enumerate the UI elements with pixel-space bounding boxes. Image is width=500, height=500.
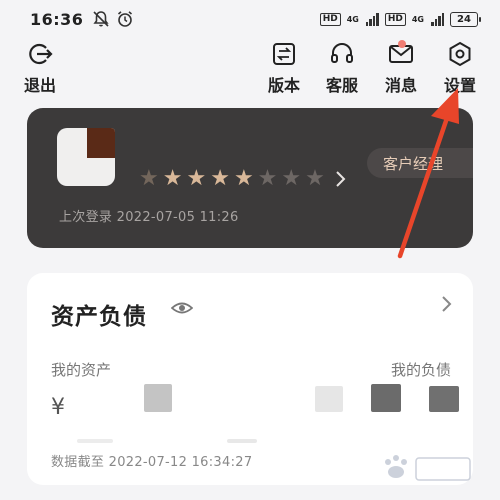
my-assets-label: 我的资产 <box>51 361 112 379</box>
star-filled-icon: ★ <box>162 166 183 191</box>
eye-icon[interactable] <box>170 299 194 321</box>
star-empty-icon: ★ <box>281 166 302 191</box>
redacted-block <box>315 386 343 412</box>
alarm-icon <box>115 9 135 29</box>
headset-icon <box>328 40 356 68</box>
baidu-watermark-logo <box>385 455 471 481</box>
service-label: 客服 <box>325 76 358 95</box>
customer-manager-label: 客户经理 <box>383 154 444 173</box>
mail-icon <box>387 40 415 68</box>
status-bar: 16:36 HD 4G HD 4G 24 <box>0 0 500 38</box>
settings-label: 设置 <box>443 76 476 95</box>
network-type-2: 4G <box>411 14 424 24</box>
chevron-right-icon[interactable] <box>335 170 347 192</box>
redacted-block <box>227 439 257 443</box>
unread-badge <box>398 40 406 48</box>
version-label: 版本 <box>267 76 300 95</box>
status-time: 16:36 <box>30 9 84 29</box>
currency-symbol: ¥ <box>51 395 65 420</box>
logout-label: 退出 <box>23 76 56 95</box>
version-icon <box>270 40 298 68</box>
rating-stars: ★ ★ ★ ★ ★ ★ ★ ★ <box>139 168 325 190</box>
hd-badge-icon-2: HD <box>384 12 406 26</box>
network-type: 4G <box>346 14 359 24</box>
data-cutoff-text: 数据截至 2022-07-12 16:34:27 <box>51 455 253 470</box>
signal-icon <box>365 12 379 26</box>
battery-icon: 24 <box>450 11 481 27</box>
gear-icon <box>446 40 474 68</box>
star-empty-icon: ★ <box>257 166 278 191</box>
my-liabilities-label: 我的负债 <box>390 361 451 379</box>
assets-title: 资产负债 <box>51 304 147 330</box>
logout-icon <box>26 40 54 68</box>
redacted-block <box>77 439 113 443</box>
redacted-block <box>429 386 459 412</box>
logout-button[interactable]: 退出 <box>10 40 70 96</box>
star-filled-icon: ★ <box>139 166 159 191</box>
star-filled-icon: ★ <box>233 166 254 191</box>
messages-button[interactable]: 消息 <box>371 40 431 96</box>
redacted-block <box>371 384 401 412</box>
battery-level: 24 <box>457 13 471 25</box>
star-empty-icon: ★ <box>305 166 325 191</box>
customer-manager-button[interactable]: 客户经理 <box>367 148 473 178</box>
star-filled-icon: ★ <box>210 166 230 191</box>
customer-service-button[interactable]: 客服 <box>312 40 372 96</box>
star-filled-icon: ★ <box>186 166 207 191</box>
messages-label: 消息 <box>384 76 417 95</box>
chevron-right-icon-2[interactable] <box>441 295 453 317</box>
signal-icon-2 <box>431 12 444 26</box>
settings-button[interactable]: 设置 <box>430 40 490 96</box>
hd-badge-icon: HD <box>319 12 341 26</box>
version-button[interactable]: 版本 <box>254 40 314 96</box>
avatar[interactable] <box>57 128 115 186</box>
redacted-block <box>144 384 172 412</box>
mute-bell-icon <box>91 9 111 29</box>
last-login-text: 上次登录 2022-07-05 11:26 <box>59 210 239 225</box>
profile-card[interactable]: ★ ★ ★ ★ ★ ★ ★ ★ 客户经理 上次登录 2022-07-05 11:26 <box>27 108 473 248</box>
